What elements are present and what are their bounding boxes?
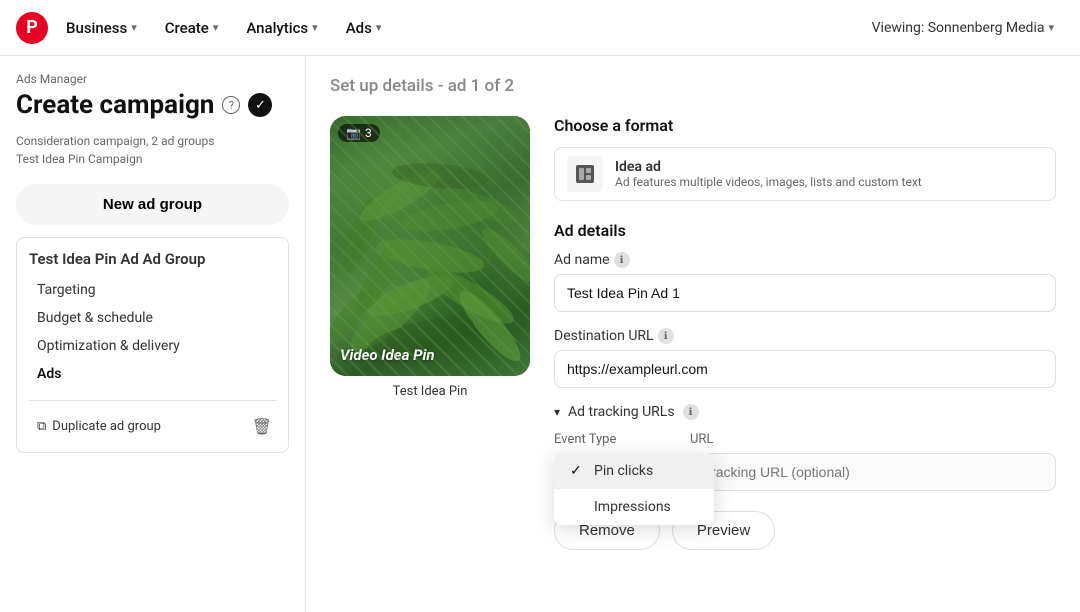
destination-url-label: Destination URL ℹ [554, 328, 1056, 344]
nav-viewing-account[interactable]: Viewing: Sonnenberg Media ▾ [862, 14, 1064, 42]
nav-item-create[interactable]: Create ▾ [155, 13, 229, 43]
destination-url-input[interactable] [554, 350, 1056, 388]
ad-name-label: Ad name ℹ [554, 252, 1056, 268]
top-navigation: P Business ▾ Create ▾ Analytics ▾ Ads ▾ … [0, 0, 1080, 56]
nav-analytics-label: Analytics [246, 19, 308, 37]
event-type-column: Event Type ✓ Pin clicks [554, 432, 674, 453]
dropdown-item-impressions[interactable]: Impressions [554, 489, 714, 525]
ad-details-title: Ad details [554, 221, 1056, 240]
destination-url-field-group: Destination URL ℹ [554, 328, 1056, 388]
fern-decoration [330, 116, 530, 376]
ad-details-section: Ad details Ad name ℹ Destination URL [554, 221, 1056, 550]
pin-clicks-label: Pin clicks [594, 463, 653, 479]
chevron-down-icon: ▾ [312, 21, 318, 34]
format-option[interactable]: Idea ad Ad features multiple videos, ima… [554, 147, 1056, 201]
dropdown-menu: ✓ Pin clicks Impressions [554, 453, 714, 525]
chevron-down-icon: ▾ [376, 21, 382, 34]
url-column: URL [690, 432, 1056, 491]
tracking-info-icon[interactable]: ℹ [683, 404, 699, 420]
event-type-row: Event Type ✓ Pin clicks [554, 432, 1056, 491]
tracking-toggle[interactable]: ▾ Ad tracking URLs ℹ [554, 404, 1056, 420]
sidebar-item-ads[interactable]: Ads [29, 360, 276, 388]
check-icon: ✓ [570, 463, 586, 479]
content-grid: 📷 3 Video Idea Pin Test Idea Pin Choose … [330, 116, 1056, 550]
format-name: Idea ad [615, 159, 922, 175]
duplicate-icon: ⧉ [37, 419, 46, 434]
nav-ads-label: Ads [346, 19, 372, 37]
dropdown-item-pin-clicks[interactable]: ✓ Pin clicks [554, 453, 714, 489]
nav-business-label: Business [66, 19, 127, 37]
pin-caption: Test Idea Pin [330, 384, 530, 399]
campaign-info-line1: Consideration campaign, 2 ad groups [16, 132, 289, 150]
pin-count: 3 [365, 126, 372, 140]
destination-url-info-icon[interactable]: ℹ [658, 328, 674, 344]
chevron-down-icon: ▾ [131, 21, 137, 34]
nav-create-label: Create [165, 19, 209, 37]
sidebar-item-optimization[interactable]: Optimization & delivery [29, 332, 276, 360]
sidebar-item-budget[interactable]: Budget & schedule [29, 304, 276, 332]
nav-item-business[interactable]: Business ▾ [56, 13, 147, 43]
ad-group-name: Test Idea Pin Ad Ad Group [29, 250, 276, 268]
page-title: Create campaign [16, 90, 214, 120]
idea-ad-icon [574, 163, 596, 185]
pin-count-badge: 📷 3 [338, 124, 380, 142]
duplicate-label: Duplicate ad group [52, 419, 161, 434]
campaign-info-line2: Test Idea Pin Campaign [16, 150, 289, 168]
pin-video-label: Video Idea Pin [340, 346, 520, 364]
main-layout: Ads Manager Create campaign ? ✓ Consider… [0, 56, 1080, 612]
nav-item-analytics[interactable]: Analytics ▾ [236, 13, 327, 43]
format-icon [567, 156, 603, 192]
sidebar: Ads Manager Create campaign ? ✓ Consider… [0, 56, 306, 612]
tracking-url-input[interactable] [690, 453, 1056, 491]
format-section-label: Choose a format [554, 116, 1056, 135]
pin-card: 📷 3 Video Idea Pin [330, 116, 530, 376]
format-info: Idea ad Ad features multiple videos, ima… [615, 159, 922, 189]
help-icon[interactable]: ? [222, 96, 240, 114]
sidebar-item-targeting[interactable]: Targeting [29, 276, 276, 304]
pinterest-logo[interactable]: P [16, 12, 48, 44]
tracking-label: Ad tracking URLs [568, 404, 675, 420]
ad-name-field-group: Ad name ℹ [554, 252, 1056, 312]
camera-icon: 📷 [346, 126, 361, 140]
impressions-label: Impressions [594, 499, 671, 515]
check-icon: ✓ [248, 93, 272, 117]
ad-group-actions: ⧉ Duplicate ad group 🗑 [29, 400, 276, 440]
url-col-label: URL [690, 432, 1056, 447]
ad-name-input[interactable] [554, 274, 1056, 312]
pin-image: 📷 3 Video Idea Pin [330, 116, 530, 376]
nav-item-ads[interactable]: Ads ▾ [336, 13, 392, 43]
new-ad-group-button[interactable]: New ad group [16, 184, 289, 225]
duplicate-ad-group-button[interactable]: ⧉ Duplicate ad group [29, 415, 169, 438]
format-section: Choose a format Idea ad [554, 116, 1056, 201]
event-type-col-label: Event Type [554, 432, 674, 447]
pin-preview-column: 📷 3 Video Idea Pin Test Idea Pin [330, 116, 530, 550]
ad-group-section: Test Idea Pin Ad Ad Group Targeting Budg… [16, 237, 289, 453]
ads-manager-breadcrumb: Ads Manager [16, 72, 289, 86]
delete-ad-group-button[interactable]: 🗑 [248, 413, 276, 440]
right-panel: Choose a format Idea ad [554, 116, 1056, 550]
chevron-down-icon: ▾ [213, 21, 219, 34]
chevron-down-icon: ▾ [554, 405, 560, 419]
ad-name-info-icon[interactable]: ℹ [614, 252, 630, 268]
sidebar-title-row: Create campaign ? ✓ [16, 90, 289, 120]
setup-header: Set up details - ad 1 of 2 [330, 76, 1056, 96]
main-content: Set up details - ad 1 of 2 [306, 56, 1080, 612]
setup-subheader: - ad 1 of 2 [438, 76, 514, 96]
campaign-info: Consideration campaign, 2 ad groups Test… [16, 132, 289, 168]
chevron-down-icon: ▾ [1048, 21, 1054, 34]
format-description: Ad features multiple videos, images, lis… [615, 175, 922, 189]
setup-details-label: Set up details [330, 76, 433, 96]
tracking-section: ▾ Ad tracking URLs ℹ Event Type ✓ [554, 404, 1056, 491]
viewing-label: Viewing: Sonnenberg Media [872, 20, 1045, 36]
